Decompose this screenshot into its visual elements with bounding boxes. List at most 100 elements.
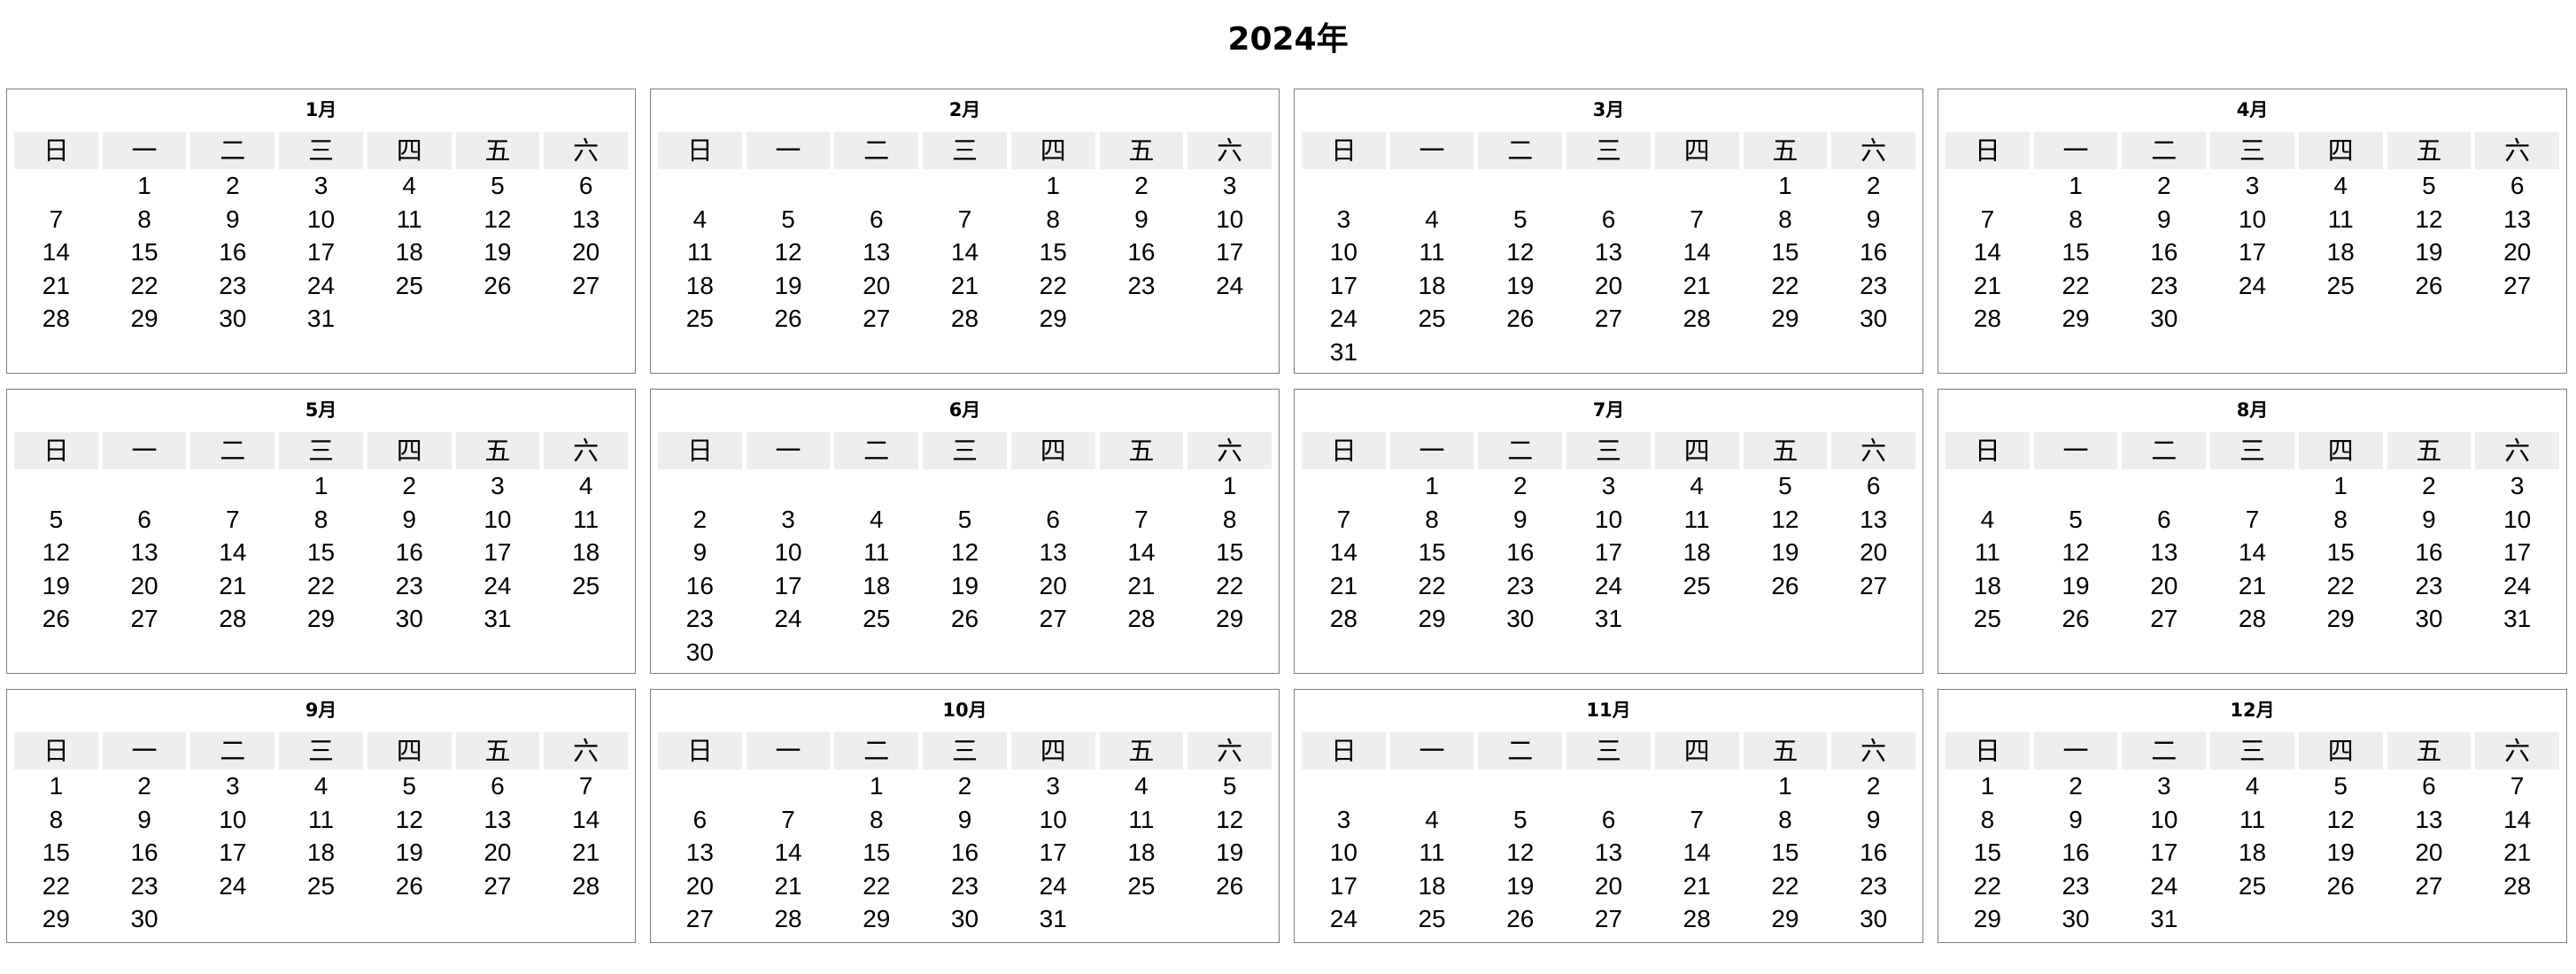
- day-cell: 12: [42, 538, 70, 566]
- day-cell: 26: [42, 605, 70, 632]
- day-cell: 11: [1419, 839, 1445, 866]
- day-cell: 19: [42, 571, 70, 599]
- day-cell: 28: [572, 871, 600, 900]
- day-cell: 10: [774, 538, 802, 566]
- month-calendar: 1月日一二三四五六 1 2 3 4 5 6 7 8 9 10 11 12 13 14 15 16 17 18 19 20…: [6, 89, 636, 374]
- day-cell: 18: [1418, 871, 1446, 900]
- day-cell: 1: [1980, 772, 1995, 800]
- day-cell: 3: [1222, 172, 1237, 199]
- day-cell: 20: [2415, 839, 2443, 866]
- weekday-header: 日: [1302, 732, 1386, 769]
- day-cell: 12: [2326, 805, 2355, 833]
- day-cell: 26: [395, 871, 423, 900]
- day-cell: 24: [306, 271, 336, 299]
- day-cell: 8: [1778, 205, 1792, 233]
- weekday-header: 二: [1478, 732, 1563, 769]
- day-cell: 16: [1860, 839, 1888, 866]
- day-cell: 14: [572, 805, 600, 833]
- weekday-header: 二: [1478, 132, 1563, 169]
- weekday-header: 六: [2475, 732, 2559, 769]
- weekday-header: 日: [1302, 132, 1386, 169]
- day-cell: 23: [2415, 571, 2443, 599]
- day-cell: 30: [950, 905, 979, 932]
- day-cell: 15: [2062, 238, 2090, 266]
- day-cell: 23: [2150, 271, 2178, 299]
- day-cell: 6: [2422, 772, 2436, 800]
- empty-day-cell: [1302, 769, 1386, 803]
- day-cell: 12: [950, 538, 979, 566]
- day-cell: 20: [1594, 871, 1623, 900]
- day-cell: 29: [1771, 905, 1799, 932]
- day-cell: 7: [1336, 505, 1351, 533]
- weekday-header: 五: [1099, 132, 1184, 169]
- day-cell: 20: [2503, 238, 2532, 266]
- day-cell: 24: [2150, 871, 2178, 900]
- day-cell: 25: [2238, 871, 2267, 900]
- day-cell: 25: [395, 271, 423, 299]
- day-cell: 22: [42, 871, 70, 900]
- day-cell: 9: [1134, 205, 1149, 233]
- day-cell: 8: [1980, 805, 1995, 833]
- day-cell: 6: [1866, 472, 1881, 499]
- month-title: 4月: [2236, 99, 2269, 120]
- day-cell: 15: [1973, 839, 2001, 866]
- day-cell: 9: [957, 805, 972, 833]
- month-calendar: 12月日一二三四五六 1 2 3 4 5 6 7 8 9 10 11 12 13 14 15 16 17 18 19 2…: [1938, 689, 2567, 943]
- day-cell: 20: [863, 271, 891, 299]
- weekday-header: 四: [367, 432, 452, 469]
- day-cell: 21: [1683, 271, 1711, 299]
- weekday-header: 三: [279, 732, 363, 769]
- day-cell: 7: [1690, 805, 1704, 833]
- weekday-header: 四: [367, 132, 452, 169]
- day-cell: 12: [395, 805, 423, 833]
- day-cell: 23: [2062, 871, 2090, 900]
- weekday-header: 二: [190, 732, 275, 769]
- day-cell: 5: [781, 205, 795, 233]
- day-cell: 25: [1418, 305, 1446, 332]
- weekday-header: 三: [279, 432, 363, 469]
- day-cell: 7: [781, 805, 795, 833]
- day-cell: 3: [1601, 472, 1616, 499]
- empty-day-cell: [834, 469, 918, 503]
- month-calendar: 6月日一二三四五六 1 2 3 4 5 6 7 8 9 10 11 12 13 14 15 16 17 18 19 20…: [650, 389, 1280, 674]
- day-cell: 11: [573, 505, 600, 533]
- weekday-header-row: 日一二三四五六: [1946, 432, 2559, 469]
- day-cell: 11: [686, 238, 713, 266]
- day-cell: 1: [2333, 472, 2348, 499]
- day-cell: 17: [306, 238, 336, 266]
- empty-day-cell: [14, 169, 98, 203]
- day-cell: 5: [49, 505, 64, 533]
- day-cell: 4: [1425, 805, 1439, 833]
- day-cell: 20: [1594, 271, 1623, 299]
- day-cell: 15: [1418, 538, 1446, 566]
- month-calendar: 11月日一二三四五六 1 2 3 4 5 6 7 8 9 10 11 12 13 14 15 16 17 18 19 2…: [1294, 689, 1923, 943]
- day-cell: 18: [1127, 839, 1156, 866]
- day-cell: 20: [572, 238, 600, 266]
- day-cell: 17: [219, 839, 247, 866]
- day-cell: 3: [1046, 772, 1060, 800]
- empty-day-cell: [746, 769, 831, 803]
- day-cell: 1: [2069, 172, 2083, 199]
- days-grid: 1 2 3 4 5 6 7 8 9 10 11 12 13 14 15 16 17 18 19 20 21 22 23 24 2…: [14, 769, 628, 936]
- month-calendar: 3月日一二三四五六 1 2 3 4 5 6 7 8 9 10 11 12 13 14 15 16 17 18 19 20…: [1294, 89, 1923, 374]
- empty-day-cell: [746, 169, 831, 203]
- day-cell: 1: [137, 172, 151, 199]
- day-cell: 27: [2150, 605, 2178, 632]
- weekday-header: 六: [544, 732, 628, 769]
- days-grid: 1 2 3 4 5 6 7 8 9 10 11 12 13 14 15 16 17 18 19 20 21 22 23 24 2…: [658, 169, 1272, 336]
- day-cell: 24: [1594, 571, 1623, 599]
- day-cell: 9: [225, 205, 240, 233]
- weekday-header: 四: [1654, 732, 1739, 769]
- weekday-header-row: 日一二三四五六: [14, 132, 628, 169]
- day-cell: 9: [402, 505, 416, 533]
- day-cell: 28: [950, 305, 979, 332]
- weekday-header: 日: [14, 132, 98, 169]
- day-cell: 8: [2333, 505, 2348, 533]
- day-cell: 14: [1683, 238, 1711, 266]
- day-cell: 27: [2503, 271, 2532, 299]
- weekday-header-row: 日一二三四五六: [1302, 432, 1915, 469]
- day-cell: 8: [1778, 805, 1792, 833]
- day-cell: 26: [2326, 871, 2355, 900]
- day-cell: 3: [225, 772, 240, 800]
- weekday-header: 三: [1566, 132, 1651, 169]
